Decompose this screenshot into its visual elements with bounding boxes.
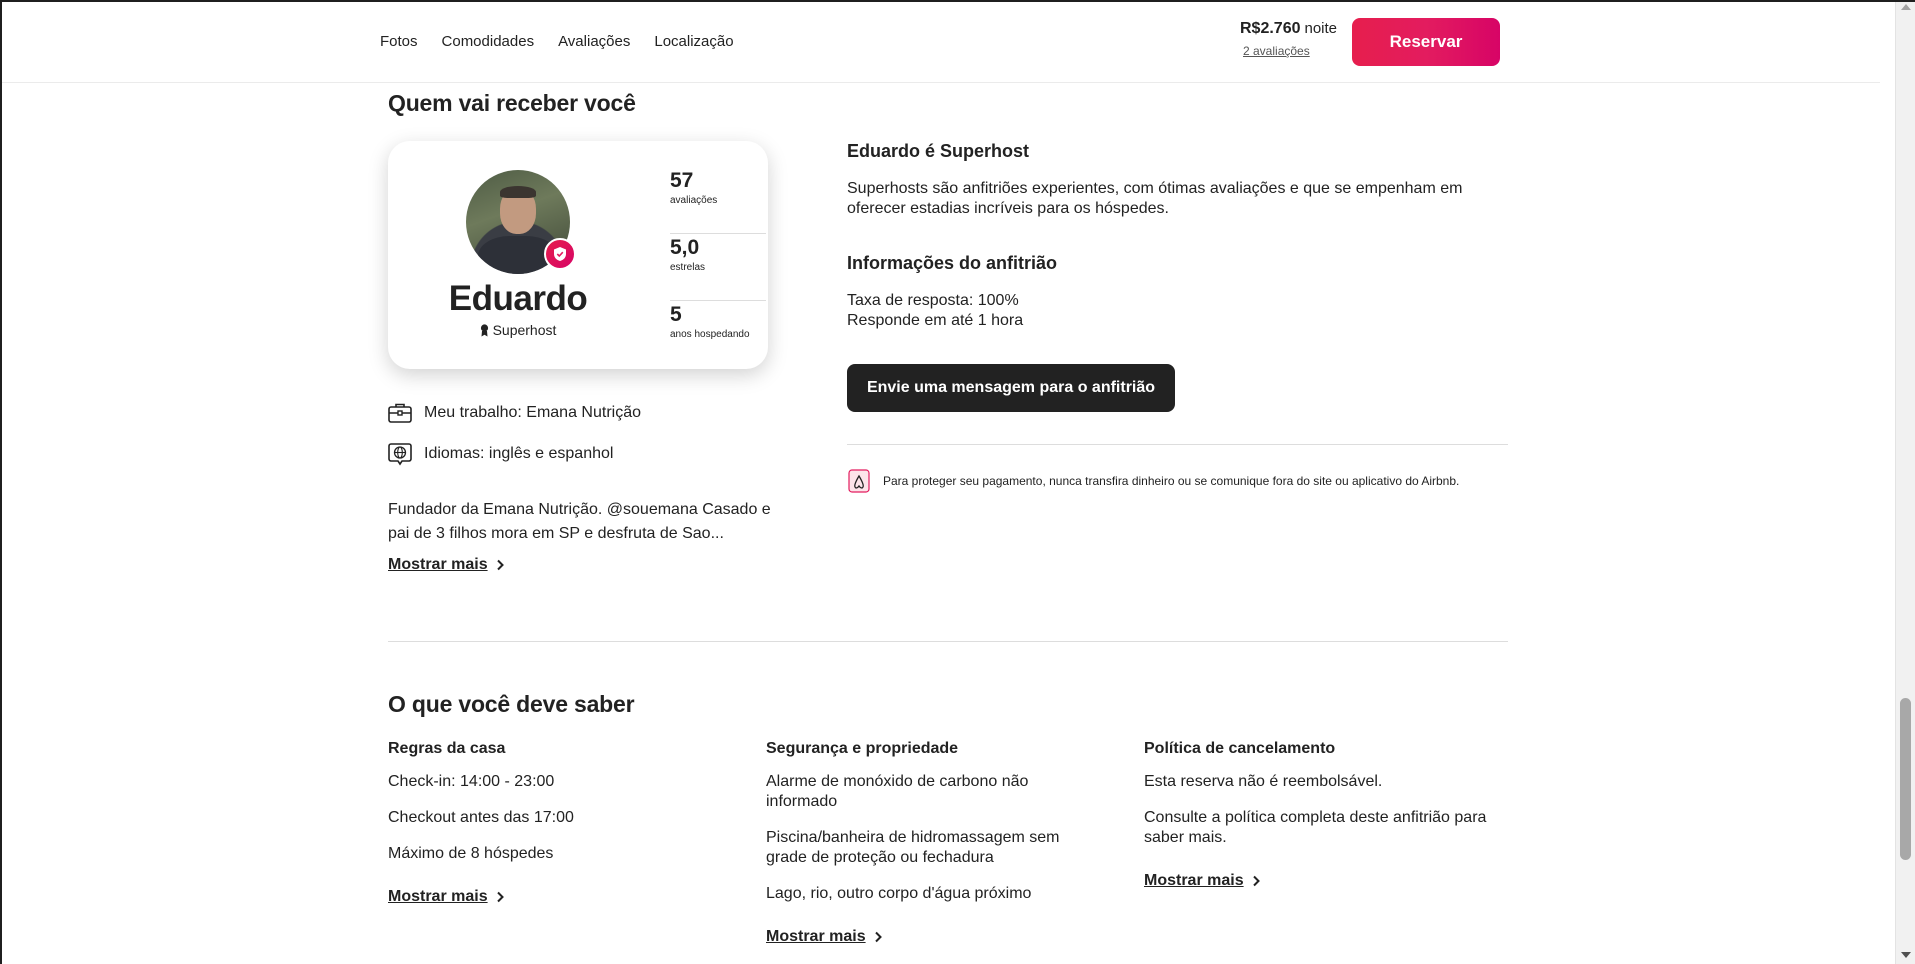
stat-rating: 5,0 estrelas — [670, 234, 766, 301]
house-rule-item: Máximo de 8 hóspedes — [388, 845, 554, 862]
cancellation-item: Consulte a política completa deste anfit… — [1144, 808, 1514, 848]
chevron-right-icon — [1252, 875, 1260, 887]
price-unit: noite — [1304, 20, 1338, 37]
nav-localizacao[interactable]: Localização — [654, 33, 733, 50]
host-languages-text: Idiomas: inglês e espanhol — [424, 445, 614, 462]
safety-item-line: grade de proteção ou fechadura — [766, 849, 994, 866]
safety-item-line: informado — [766, 793, 838, 810]
safety-item: Lago, rio, outro corpo d'água próximo — [766, 884, 1066, 904]
vertical-scrollbar[interactable] — [1895, 0, 1915, 964]
host-profile-card[interactable]: Eduardo Superhost 57 avaliações 5,0 estr… — [388, 141, 768, 369]
chevron-right-icon — [496, 891, 504, 903]
sticky-header: Fotos Comodidades Avaliações Localização… — [0, 0, 1880, 83]
scrollbar-thumb[interactable] — [1900, 698, 1911, 860]
stat-value: 57 — [670, 169, 694, 192]
stat-label: avaliações — [670, 195, 718, 206]
payment-protection-notice: Para proteger seu pagamento, nunca trans… — [847, 468, 1459, 494]
host-languages-row: Idiomas: inglês e espanhol — [388, 442, 613, 466]
safety-item-line: Lago, rio, outro corpo d'água próximo — [766, 885, 1032, 902]
price-summary: R$2.760 noite 2 avaliações — [1240, 20, 1337, 58]
house-rule-item: Check-in: 14:00 - 23:00 — [388, 773, 555, 790]
safety-item-line: Piscina/banheira de hidromassagem sem — [766, 829, 1060, 846]
host-bio-line: Fundador da Emana Nutrição. @souemana Ca… — [388, 501, 771, 518]
cancellation-item: Esta reserva não é reembolsável. — [1144, 772, 1514, 792]
host-info-details: Taxa de resposta: 100% Responde em até 1… — [847, 291, 1023, 331]
safety-item: Piscina/banheira de hidromassagem sem gr… — [766, 828, 1066, 868]
stat-reviews: 57 avaliações — [670, 167, 766, 234]
cancellation-item-line: saber mais. — [1144, 829, 1227, 846]
stat-value: 5 — [670, 303, 682, 326]
stat-label: anos hospedando — [670, 329, 750, 340]
superhost-badge-icon — [544, 238, 576, 270]
superhost-medal-icon — [480, 323, 488, 336]
host-section-title: Quem vai receber você — [388, 90, 636, 116]
superhost-title: Eduardo é Superhost — [847, 141, 1030, 161]
message-host-button[interactable]: Envie uma mensagem para o anfitrião — [847, 364, 1175, 412]
superhost-description-line: oferecer estadias incríveis para os hósp… — [847, 200, 1169, 217]
host-bio-line: pai de 3 filhos mora em SP e desfruta de… — [388, 525, 724, 542]
response-time: Responde em até 1 hora — [847, 312, 1024, 329]
house-rule-item: Checkout antes das 17:00 — [388, 809, 574, 826]
nav-avaliacoes[interactable]: Avaliações — [558, 33, 630, 50]
nav-comodidades[interactable]: Comodidades — [442, 33, 535, 50]
language-globe-icon — [388, 443, 412, 466]
section-nav: Fotos Comodidades Avaliações Localização — [380, 33, 734, 50]
show-more-label: Mostrar mais — [1144, 872, 1244, 889]
house-rules-title: Regras da casa — [388, 740, 506, 757]
chevron-right-icon — [496, 559, 504, 571]
safety-show-more-link[interactable]: Mostrar mais — [766, 928, 882, 946]
airbnb-shield-icon — [848, 469, 870, 493]
cancellation-title: Política de cancelamento — [1144, 740, 1336, 757]
host-stats: 57 avaliações 5,0 estrelas 5 anos hosped… — [670, 167, 766, 368]
cancellation-item-line: Consulte a política completa deste anfit… — [1144, 809, 1487, 826]
reviews-count-link[interactable]: 2 avaliações — [1243, 44, 1337, 58]
cancellation-item-line: Esta reserva não é reembolsável. — [1144, 773, 1383, 790]
show-more-label: Mostrar mais — [388, 556, 488, 573]
payment-protection-text: Para proteger seu pagamento, nunca trans… — [883, 474, 1460, 488]
stat-value: 5,0 — [670, 236, 700, 259]
stat-label: estrelas — [670, 262, 706, 273]
host-bio: Fundador da Emana Nutrição. @souemana Ca… — [388, 498, 788, 546]
host-name: Eduardo — [448, 279, 588, 318]
know-section-title: O que você deve saber — [388, 691, 635, 717]
superhost-description-line: Superhosts são anfitriões experientes, c… — [847, 180, 1463, 197]
briefcase-icon — [388, 403, 412, 423]
reserve-button[interactable]: Reservar — [1352, 18, 1500, 66]
host-work-row: Meu trabalho: Emana Nutrição — [388, 402, 641, 424]
house-rules-show-more-link[interactable]: Mostrar mais — [388, 888, 504, 906]
host-show-more-link[interactable]: Mostrar mais — [388, 556, 504, 574]
divider — [847, 444, 1508, 445]
cancellation-show-more-link[interactable]: Mostrar mais — [1144, 872, 1260, 890]
show-more-label: Mostrar mais — [766, 928, 866, 945]
host-role-label: Superhost — [492, 322, 557, 338]
scroll-up-arrow-icon[interactable] — [1901, 4, 1911, 10]
divider — [388, 641, 1508, 642]
superhost-description: Superhosts são anfitriões experientes, c… — [847, 179, 1462, 219]
host-info-title: Informações do anfitrião — [847, 253, 1058, 273]
nightly-price: R$2.760 — [1240, 20, 1301, 37]
safety-title: Segurança e propriedade — [766, 740, 959, 757]
chevron-right-icon — [874, 931, 882, 943]
safety-item: Alarme de monóxido de carbono não inform… — [766, 772, 1066, 812]
response-rate: Taxa de resposta: 100% — [847, 292, 1019, 309]
stat-years-hosting: 5 anos hospedando — [670, 301, 766, 368]
safety-item-line: Alarme de monóxido de carbono não — [766, 773, 1029, 790]
nav-fotos[interactable]: Fotos — [380, 33, 418, 50]
scroll-down-arrow-icon[interactable] — [1901, 952, 1911, 958]
show-more-label: Mostrar mais — [388, 888, 488, 905]
host-role: Superhost — [388, 322, 648, 338]
host-work-text: Meu trabalho: Emana Nutrição — [424, 404, 641, 421]
